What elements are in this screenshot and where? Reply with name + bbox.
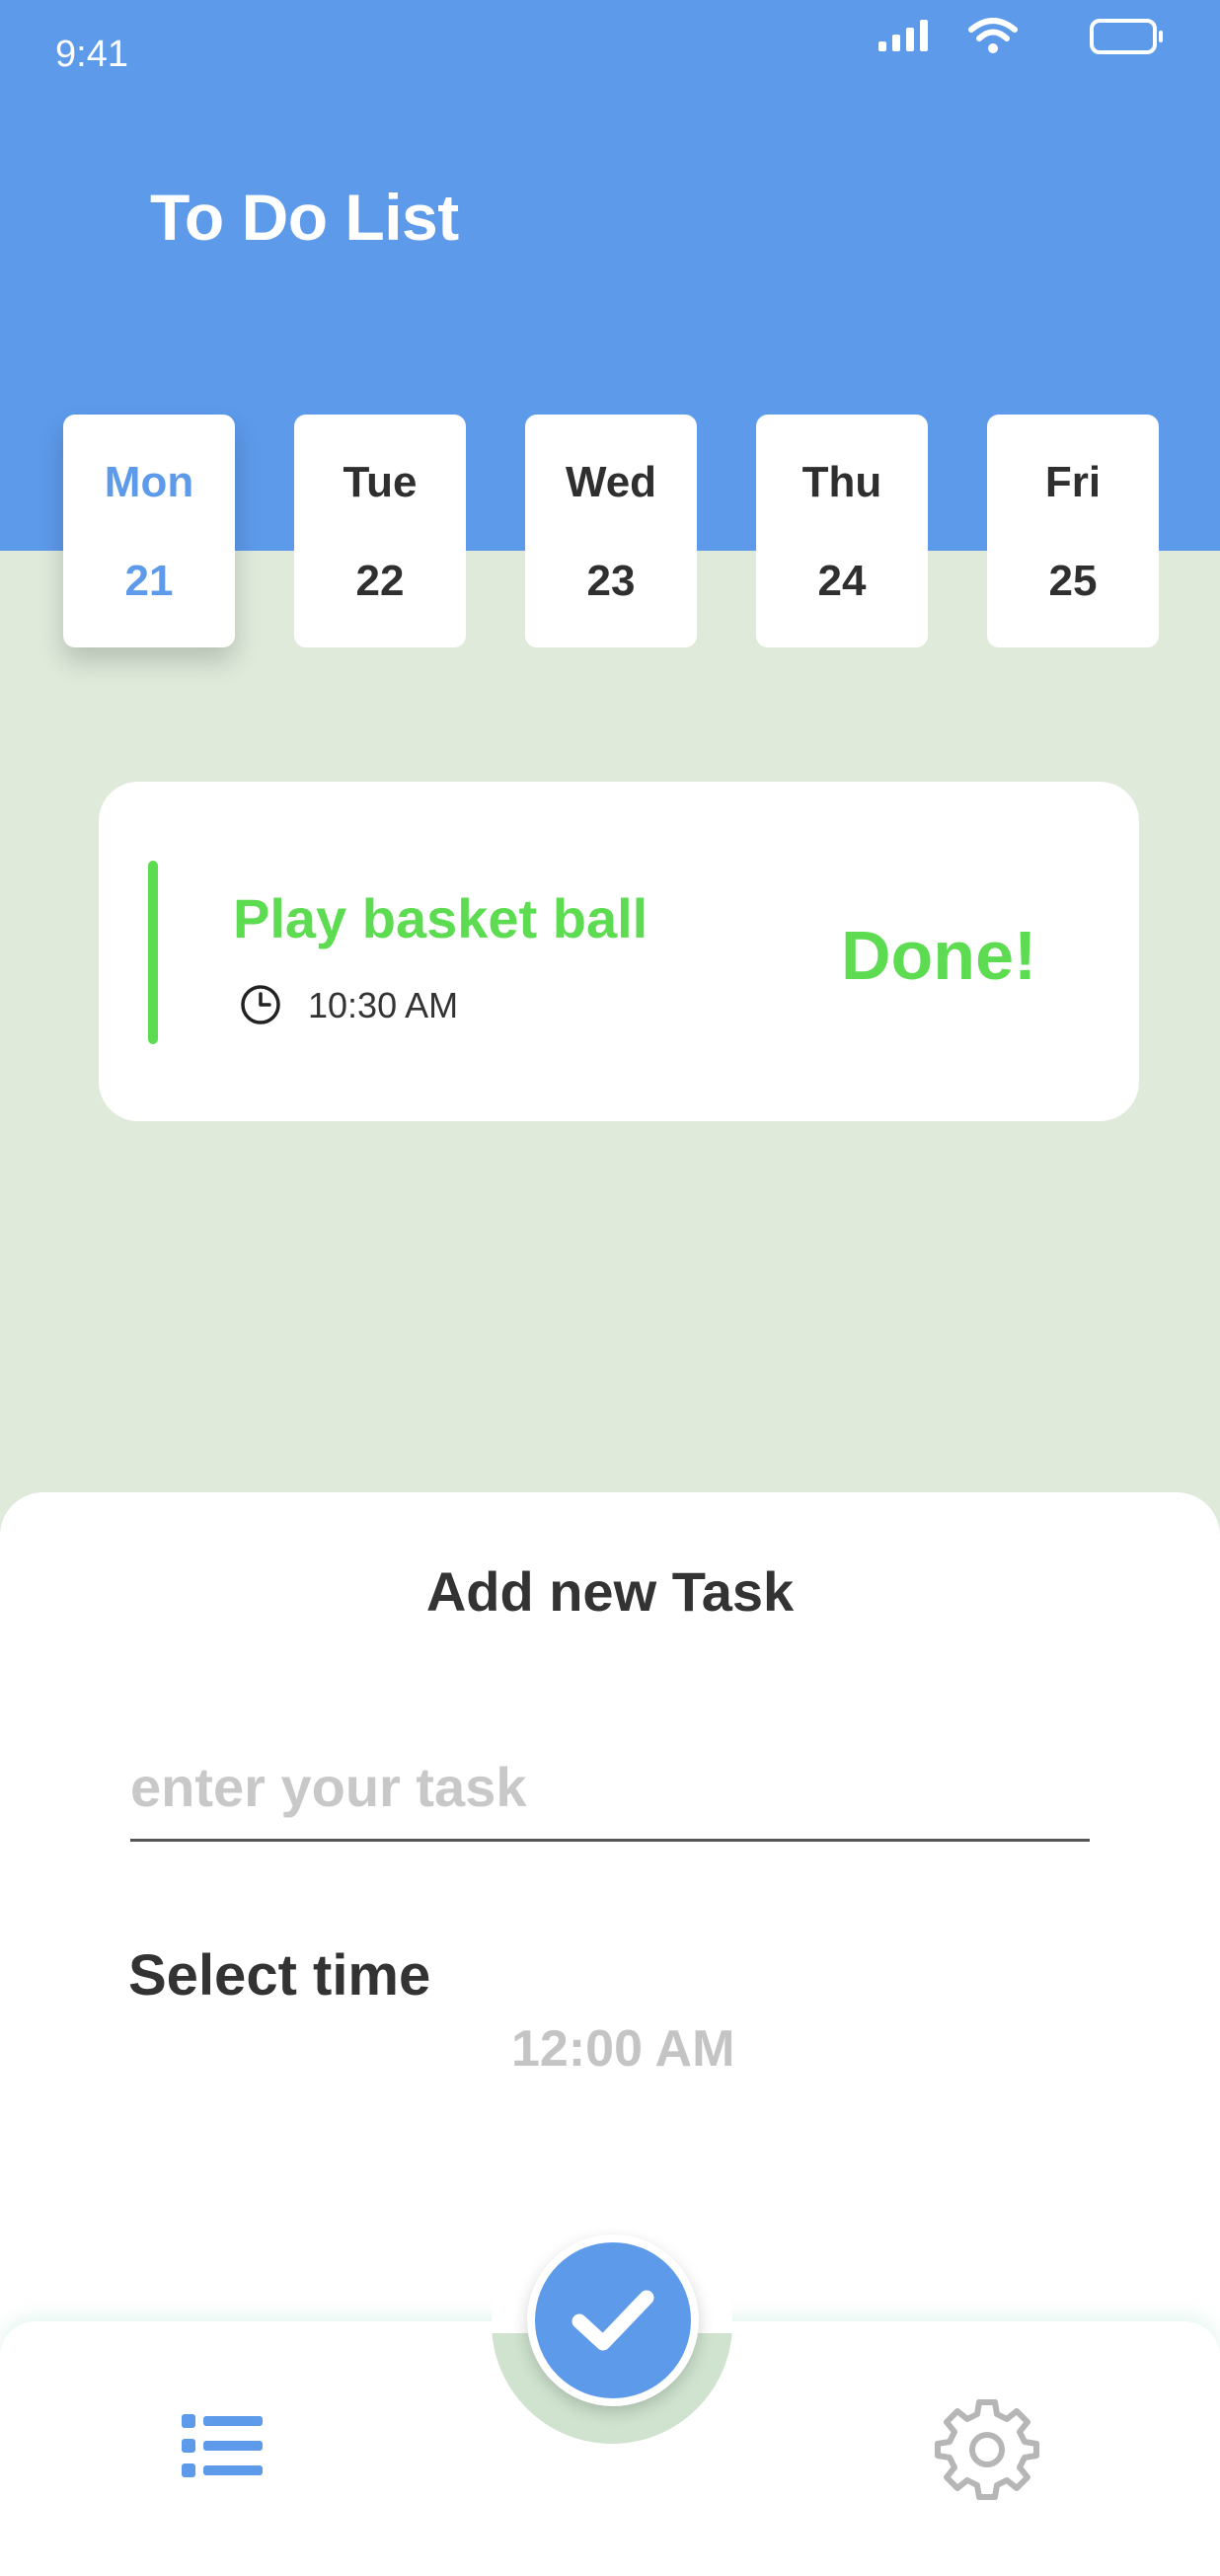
day-tab-fri[interactable]: Fri 25 — [987, 415, 1159, 647]
check-icon — [572, 2290, 654, 2351]
task-time: 10:30 AM — [308, 985, 459, 1025]
gear-icon[interactable] — [932, 2394, 1042, 2505]
wifi-icon — [968, 18, 1018, 53]
time-label: Select time — [128, 1943, 431, 2008]
status-time: 9:41 — [55, 34, 128, 75]
task-status-bar — [148, 861, 158, 1044]
clock-icon — [241, 985, 280, 1024]
day-name: Fri — [1044, 458, 1102, 506]
task-status: Done! — [841, 917, 1037, 994]
task-input[interactable] — [130, 1743, 1090, 1842]
page-title: To Do List — [150, 181, 459, 254]
task-title: Play basket ball — [233, 887, 648, 949]
sheet-title: Add new Task — [425, 1560, 795, 1623]
day-tab-thu[interactable]: Thu 24 — [756, 415, 928, 647]
day-name: Wed — [565, 458, 657, 506]
day-number: 22 — [355, 557, 405, 605]
confirm-button[interactable] — [527, 2235, 699, 2406]
day-number: 23 — [586, 557, 636, 605]
day-tab-mon[interactable]: Mon 21 — [63, 415, 235, 647]
day-number: 21 — [124, 557, 174, 605]
battery-icon — [1090, 19, 1163, 54]
list-icon[interactable] — [182, 2414, 263, 2477]
task-card[interactable]: Play basket ball 10:30 AM Done! — [99, 782, 1139, 1121]
signal-icon — [878, 20, 928, 51]
day-number: 25 — [1048, 557, 1098, 605]
day-name: Tue — [343, 458, 418, 506]
day-tab-wed[interactable]: Wed 23 — [525, 415, 697, 647]
day-name: Thu — [801, 458, 882, 506]
day-number: 24 — [817, 557, 867, 605]
time-picker[interactable]: 12:00 AM — [511, 2019, 734, 2079]
day-name: Mon — [104, 458, 194, 506]
day-tab-tue[interactable]: Tue 22 — [294, 415, 466, 647]
